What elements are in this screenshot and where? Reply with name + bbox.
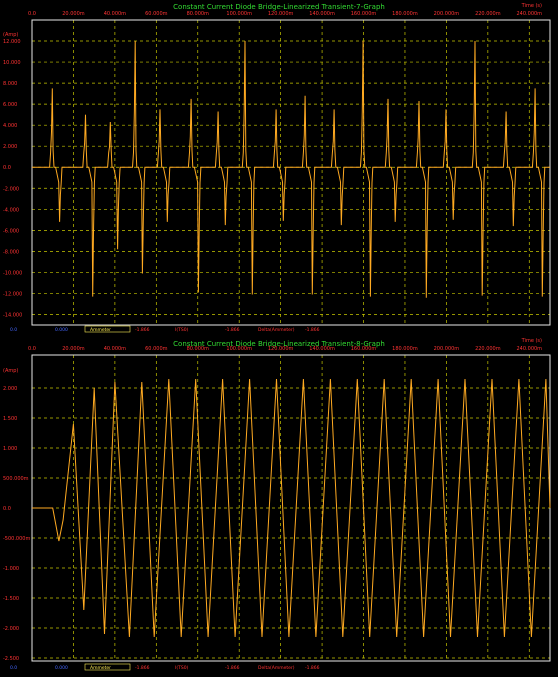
y-tick-label: 10.000	[3, 60, 21, 66]
y-tick-label: 1.500	[3, 416, 17, 422]
y-tick-label: 500.000m	[3, 476, 29, 482]
x-tick-label: 200.000m	[434, 11, 460, 17]
x-tick-label: 220.000m	[475, 346, 501, 352]
x-tick-label: 160.000m	[351, 11, 377, 17]
plot-frame	[31, 19, 551, 326]
transient-graphs: Constant Current Diode Bridge-Linearized…	[3, 3, 551, 671]
x-tick-label: 60.000m	[145, 11, 167, 17]
legend-label: Ammeter	[90, 665, 111, 671]
y-tick-label: -500.000m	[3, 536, 30, 542]
footer-readout-1: -1.866	[135, 327, 150, 333]
y-tick-label: -12.000	[3, 291, 22, 297]
x-tick-label: 240.000m	[517, 11, 543, 17]
x-tick-label: 100.000m	[226, 346, 252, 352]
footer-x-readout: 0.000	[55, 665, 68, 671]
y-tick-label: -2.000	[3, 186, 19, 192]
y-tick-label: -14.000	[3, 312, 22, 318]
x-axis-label: Time (s)	[521, 338, 542, 344]
footer-readout-3: -1.866	[305, 665, 320, 671]
y-tick-label: 0.0	[3, 506, 11, 512]
x-tick-label: 40.000m	[104, 346, 126, 352]
x-tick-label: 200.000m	[434, 346, 460, 352]
chart-panel-1: Constant Current Diode Bridge-Linearized…	[3, 3, 551, 333]
x-tick-label: 140.000m	[309, 11, 335, 17]
y-tick-label: 2.000	[3, 386, 17, 392]
footer-x-readout: 0.000	[55, 327, 68, 333]
legend-label: Ammeter	[90, 327, 111, 333]
footer-readout-2: -1.866	[225, 327, 240, 333]
x-tick-label: 100.000m	[226, 11, 252, 17]
chart-panel-2: Constant Current Diode Bridge-Linearized…	[3, 338, 551, 671]
y-axis-label: (Amp)	[3, 32, 18, 38]
x-tick-label: 0.0	[28, 11, 36, 17]
x-tick-label: 240.000m	[517, 346, 543, 352]
y-tick-label: -4.000	[3, 207, 19, 213]
x-tick-label: 60.000m	[145, 346, 167, 352]
x-tick-label: 120.000m	[268, 346, 294, 352]
x-tick-label: 220.000m	[475, 11, 501, 17]
y-tick-label: -1.000	[3, 566, 19, 572]
y-tick-label: -6.000	[3, 228, 19, 234]
y-tick-label: -2.500	[3, 656, 19, 662]
x-tick-label: 0.0	[28, 346, 36, 352]
y-tick-label: 12.000	[3, 39, 21, 45]
x-tick-label: 180.000m	[392, 11, 418, 17]
y-tick-label: 2.000	[3, 144, 17, 150]
x-tick-label: 80.000m	[187, 346, 209, 352]
y-tick-label: 1.000	[3, 446, 17, 452]
y-axis-label: (Amp)	[3, 368, 18, 374]
y-tick-label: -8.000	[3, 249, 19, 255]
y-tick-label: 0.0	[3, 165, 11, 171]
y-tick-label: -1.500	[3, 596, 19, 602]
y-tick-label: 6.000	[3, 102, 17, 108]
y-tick-label: -2.000	[3, 626, 19, 632]
chart-title: Constant Current Diode Bridge-Linearized…	[173, 3, 385, 11]
x-tick-label: 20.000m	[62, 346, 84, 352]
x-tick-label: 140.000m	[309, 346, 335, 352]
y-tick-label: 8.000	[3, 81, 17, 87]
footer-readout-3: -1.866	[305, 327, 320, 333]
footer-label-3: Delta(Ammeter)	[258, 665, 295, 671]
footer-left-value: 0.0	[10, 665, 17, 671]
x-tick-label: 180.000m	[392, 346, 418, 352]
series-line	[32, 40, 550, 298]
y-tick-label: -10.000	[3, 270, 22, 276]
x-tick-label: 120.000m	[268, 11, 294, 17]
y-tick-label: 4.000	[3, 123, 17, 129]
footer-label-2: I(TS0)	[175, 665, 189, 671]
x-tick-label: 80.000m	[187, 11, 209, 17]
x-tick-label: 160.000m	[351, 346, 377, 352]
footer-readout-2: -1.866	[225, 665, 240, 671]
footer-readout-1: -1.866	[135, 665, 150, 671]
x-tick-label: 40.000m	[104, 11, 126, 17]
x-tick-label: 20.000m	[62, 11, 84, 17]
footer-label-3: Delta(Ammeter)	[258, 327, 295, 333]
footer-label-2: I(TS0)	[175, 327, 189, 333]
footer-left-value: 0.0	[10, 327, 17, 333]
x-axis-label: Time (s)	[521, 3, 542, 9]
